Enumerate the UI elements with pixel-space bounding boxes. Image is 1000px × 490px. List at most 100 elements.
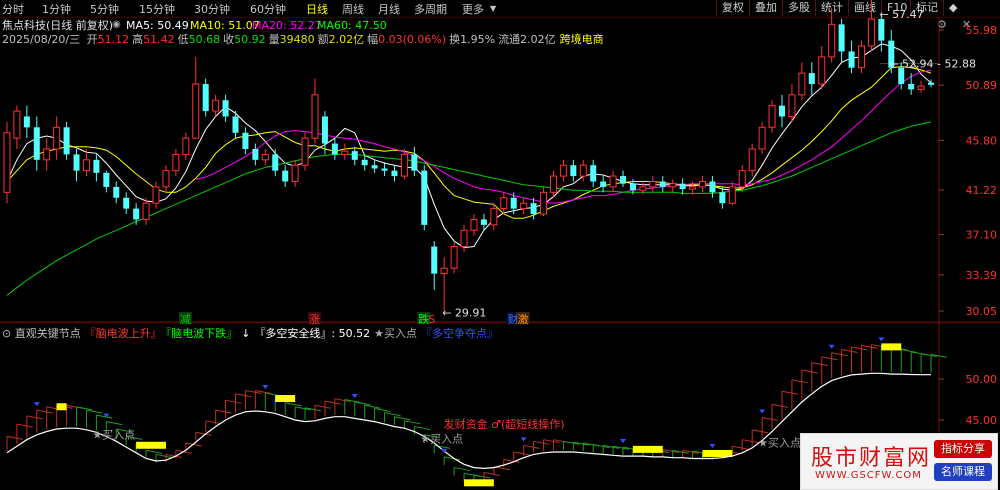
candle-body (719, 192, 726, 204)
candle-body (778, 105, 785, 117)
candle-body (391, 170, 398, 177)
legend-item: 『脑电波下跌』 (165, 327, 238, 340)
highlight-block (881, 343, 902, 351)
legend-item: 『多空安全线』: 50.52 (254, 327, 371, 340)
candle-body (212, 99, 220, 112)
candle-body (282, 170, 289, 182)
contest-point (828, 344, 835, 349)
brainwave-cap (145, 449, 163, 454)
logo-url: WWW.GSCFW.COM (815, 470, 922, 481)
candle-body (838, 24, 845, 52)
ma-line-ma20 (195, 69, 932, 204)
candle-body (252, 148, 259, 160)
indicator-text-label: 发财资金 ♂(超短线操作) (444, 417, 565, 431)
candle-body (748, 148, 756, 172)
brainwave-cap (96, 414, 113, 419)
candle-body (609, 175, 617, 188)
highlight-block (136, 441, 166, 449)
candle-body (669, 183, 677, 188)
candle-body (600, 181, 607, 187)
candle-body (928, 82, 935, 85)
brainwave-cap (861, 344, 878, 349)
candle-body (818, 56, 826, 85)
candle-body (629, 183, 636, 191)
price-annotation: ← 29.91 (442, 307, 486, 320)
candle-body (808, 73, 815, 84)
candle-body (738, 170, 746, 188)
watermark-logo: 股市财富网 WWW.GSCFW.COM 指标分享 名师课程 (800, 433, 998, 490)
brainwave-cap (215, 409, 232, 414)
event-marker: S (428, 313, 435, 326)
candle-body (53, 126, 61, 150)
y-tick-label: 55.98 (966, 24, 998, 37)
brainwave-cap (901, 348, 918, 353)
candle-body (559, 164, 567, 177)
brainwave-cap (434, 444, 451, 449)
candle-body (460, 229, 468, 248)
brainwave-cap (76, 406, 93, 411)
candle-body (222, 100, 229, 117)
highlight-block (464, 479, 494, 487)
brainwave-cap (533, 440, 550, 445)
brainwave-cap (732, 445, 749, 450)
y-tick-label: 33.39 (966, 269, 998, 282)
candle-body (63, 127, 70, 155)
candle-body (421, 170, 428, 225)
buy-point: ★买入点 (758, 437, 801, 450)
candle-body (440, 267, 448, 275)
candle-body (192, 83, 200, 139)
brainwave-cap (841, 348, 858, 353)
candle-body (311, 94, 319, 139)
candle-body (728, 186, 736, 204)
contest-point (351, 393, 358, 398)
candle-body (13, 110, 21, 139)
brainwave-cap (811, 362, 828, 367)
y-tick-label: 45.80 (966, 134, 998, 147)
brainwave-cap (6, 435, 23, 440)
chart-canvas: 55.98 50.89 45.80 41.22 37.10 33.39 30.05 ← 57.… (0, 0, 1000, 490)
brainwave-cap (791, 379, 808, 384)
candle-body (867, 18, 875, 47)
candle-body (620, 176, 627, 184)
course-button[interactable]: 名师课程 (934, 463, 992, 481)
candle-body (709, 181, 716, 193)
event-marker: 涨 (309, 313, 320, 326)
candle-body (381, 168, 388, 171)
candle-body (828, 23, 836, 58)
stock-chart-app: 分时 1分钟 5分钟 15分钟 30分钟 60分钟 日线 周线 月线 多周期 更… (0, 0, 1000, 490)
candle-body (579, 164, 587, 177)
candle-body (43, 148, 51, 161)
candle-body (113, 186, 120, 198)
candle-body (470, 218, 478, 231)
candle-body (272, 154, 279, 171)
candle-body (490, 208, 498, 226)
brainwave-cap (821, 356, 838, 361)
indicator-title: ⊙ 直观关键节点 (2, 327, 81, 340)
indicator-legend: ⊙ 直观关键节点 『脑电波上升』 『脑电波下跌』 ↓ 『多空安全线』: 50.52 ★买入… (2, 327, 498, 340)
candle-body (152, 186, 160, 204)
brainwave-cap (16, 423, 33, 428)
candle-body (3, 132, 11, 193)
candle-body (570, 165, 577, 177)
candle-body (351, 151, 358, 160)
candle-body (689, 186, 697, 190)
candle-body (520, 202, 528, 210)
candle-body (33, 127, 40, 160)
candle-body (848, 51, 855, 68)
candle-body (798, 72, 806, 96)
legend-item: 『多空争夺点』 (421, 327, 499, 340)
price-annotation: ← 57.47 (879, 8, 923, 21)
brainwave-cap (473, 474, 490, 479)
brainwave-cap (285, 402, 302, 407)
share-button[interactable]: 指标分享 (934, 440, 992, 458)
candle-body (301, 137, 309, 166)
highlight-block (56, 403, 67, 411)
candle-body (361, 159, 368, 166)
highlight-block (702, 449, 733, 457)
brainwave-cap (314, 404, 331, 409)
candle-body (73, 154, 80, 171)
legend-item: 『脑电波上升』 (84, 327, 162, 340)
brainwave-cap (831, 352, 848, 357)
highlight-block (632, 445, 663, 453)
candle-body (142, 202, 150, 220)
